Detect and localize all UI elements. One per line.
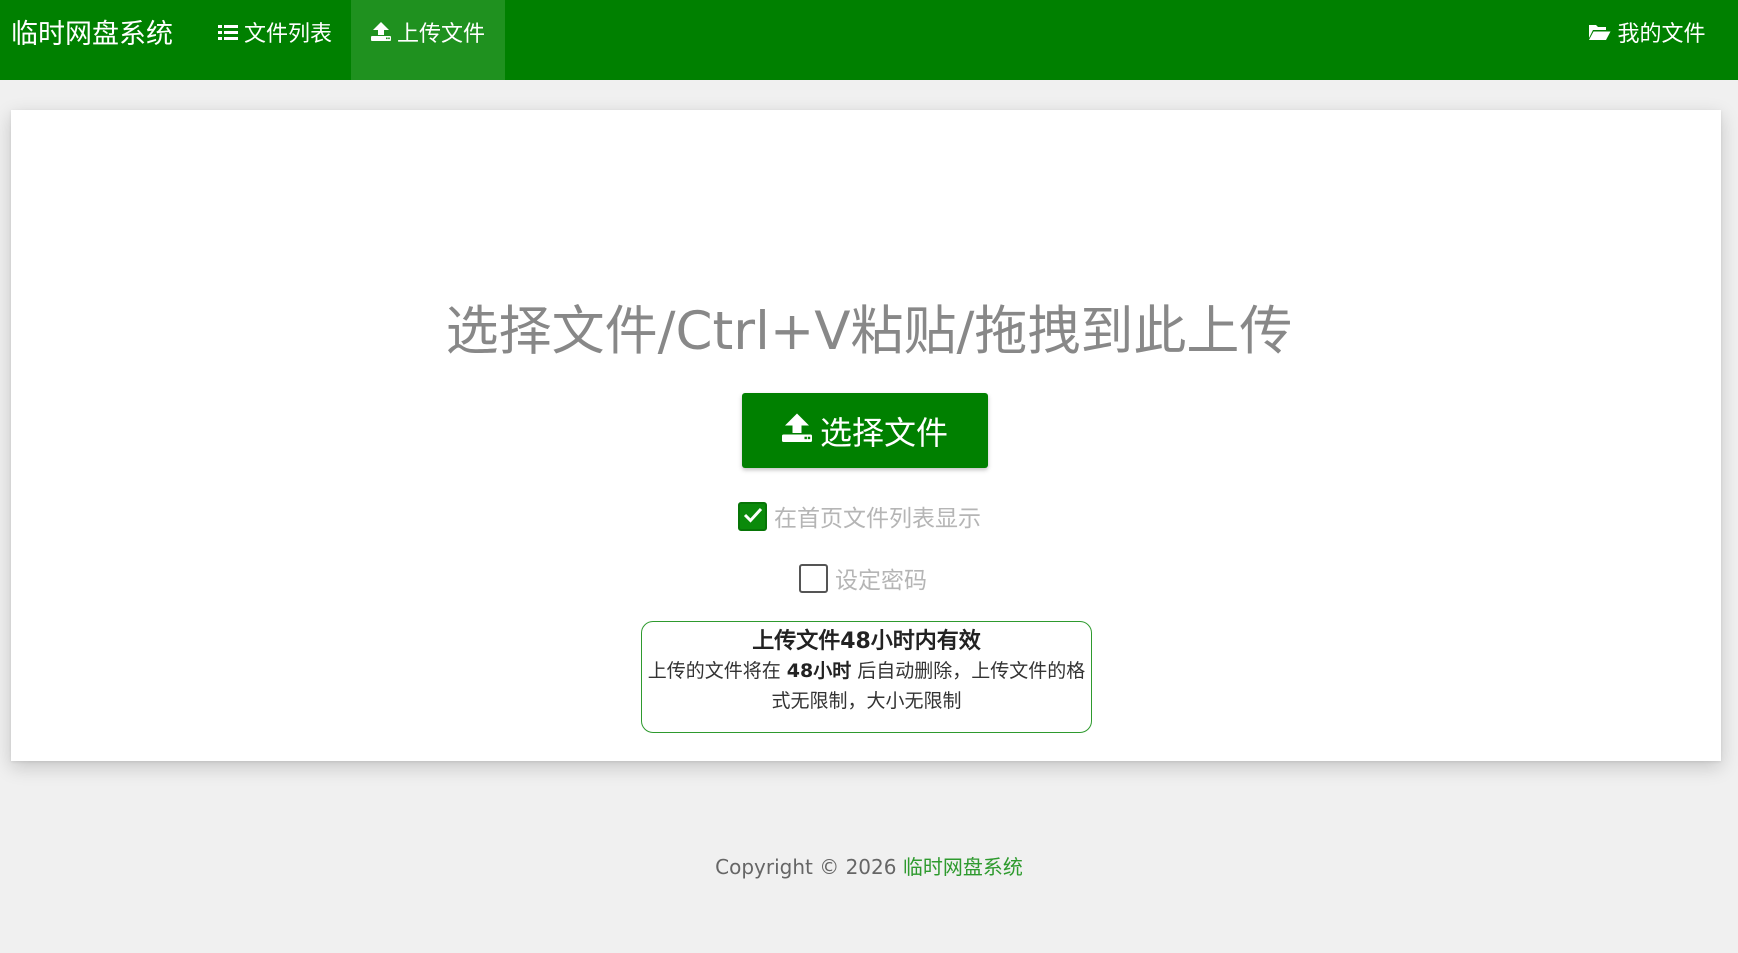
nav-upload-label: 上传文件 <box>396 22 485 47</box>
upload-icon <box>370 0 397 70</box>
checkmark-icon <box>743 503 763 529</box>
folder-open-icon <box>1588 0 1617 70</box>
upload-title: 选择文件/Ctrl+V粘贴/拖拽到此上传 <box>445 301 1293 362</box>
upload-icon <box>781 412 820 450</box>
nav-my-files[interactable]: 我的文件 <box>1572 0 1722 80</box>
show-on-home-checkbox[interactable] <box>738 501 767 531</box>
footer: Copyright © 2026 临时网盘系统 <box>0 851 1738 880</box>
nav-my-files-label: 我的文件 <box>1617 22 1706 47</box>
nav-file-list-label: 文件列表 <box>243 22 332 47</box>
nav-file-list[interactable]: 文件列表 <box>200 0 350 80</box>
set-password-label[interactable]: 设定密码 <box>835 561 927 595</box>
show-on-home-option: 在首页文件列表显示 <box>738 500 981 532</box>
set-password-checkbox[interactable] <box>799 563 828 593</box>
notice-title: 上传文件48小时内有效 <box>752 629 981 654</box>
select-file-button-label: 选择文件 <box>819 413 948 452</box>
expiry-notice: 上传文件48小时内有效 上传的文件将在 48小时 后自动删除，上传文件的格式无限… <box>641 621 1092 733</box>
show-on-home-label[interactable]: 在首页文件列表显示 <box>774 499 981 533</box>
notice-body-highlight: 48小时 <box>786 660 852 682</box>
footer-site-link[interactable]: 临时网盘系统 <box>903 855 1023 879</box>
notice-body-prefix: 上传的文件将在 <box>647 660 781 682</box>
top-navbar: 临时网盘系统 文件列表 上传文件 我的文件 <box>0 0 1738 80</box>
brand-link[interactable]: 临时网盘系统 <box>11 0 173 70</box>
copyright-text: Copyright © 2026 <box>715 855 897 879</box>
set-password-option: 设定密码 <box>799 562 927 594</box>
select-file-button[interactable]: 选择文件 <box>742 393 988 468</box>
list-icon <box>217 0 244 70</box>
nav-upload[interactable]: 上传文件 <box>351 0 505 80</box>
notice-body: 上传的文件将在 48小时 后自动删除，上传文件的格式无限制，大小无限制 <box>642 656 1091 716</box>
